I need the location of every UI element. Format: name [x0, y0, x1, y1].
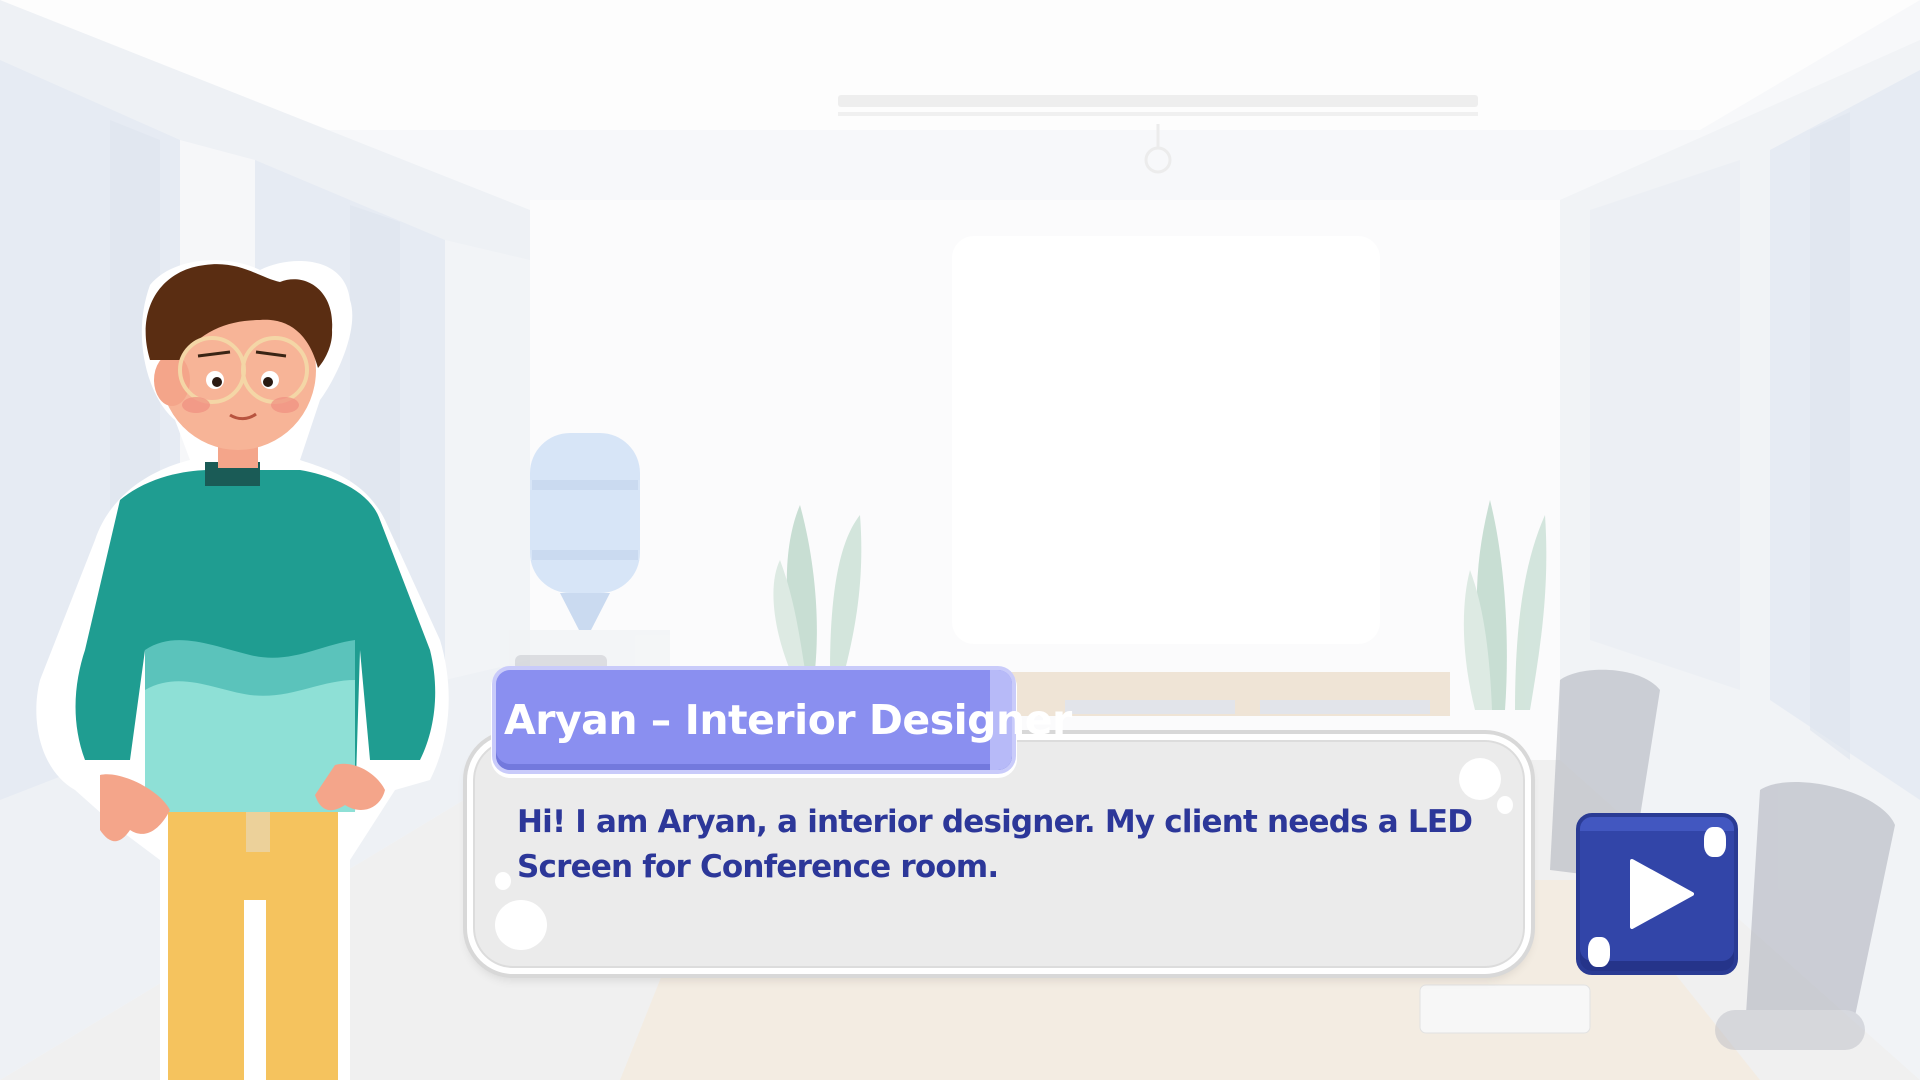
dialogue-text: Hi! I am Aryan, a interior designer. My … — [517, 804, 1473, 885]
play-icon — [1630, 859, 1694, 929]
shine-bubble — [1459, 758, 1501, 800]
keyboard — [1419, 984, 1591, 1034]
shine-bubble — [1704, 827, 1726, 857]
shine-bubble — [495, 900, 547, 950]
next-button[interactable] — [1576, 813, 1738, 975]
shine-bubble — [1588, 937, 1610, 967]
ceiling-light — [838, 95, 1478, 107]
dialogue-box: Hi! I am Aryan, a interior designer. My … — [467, 734, 1531, 974]
wall-screen — [952, 236, 1380, 644]
speaker-name-tab: Aryan – Interior Designer — [496, 670, 1072, 770]
speaker-name: Aryan – Interior Designer — [504, 696, 1072, 744]
shine-bubble — [495, 872, 511, 890]
